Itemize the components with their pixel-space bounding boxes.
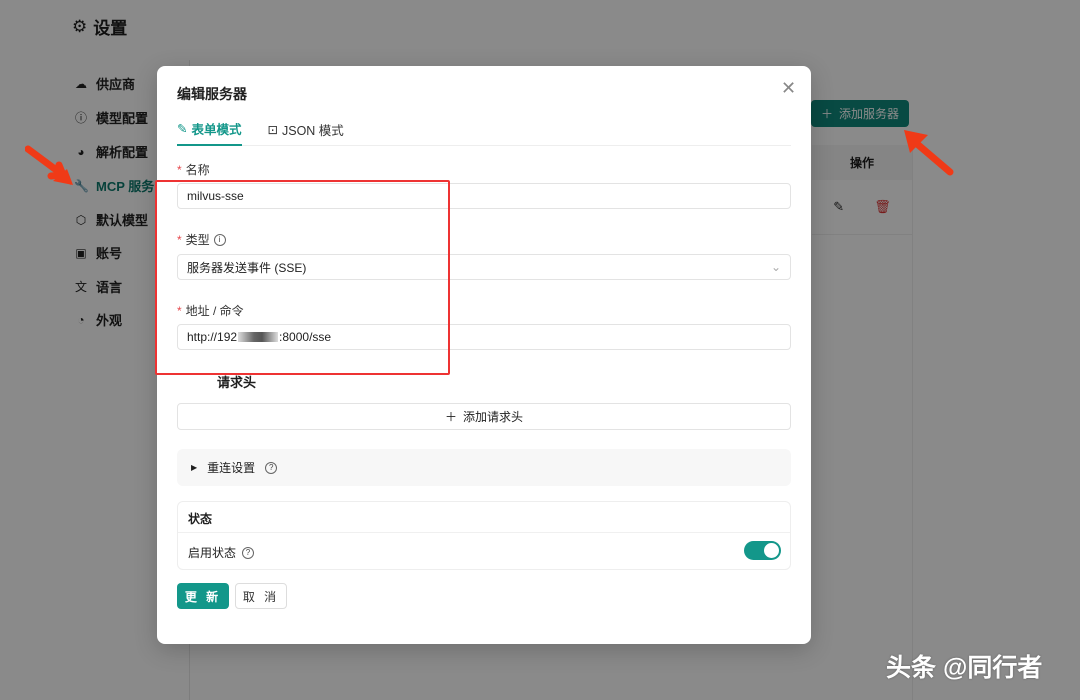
status-section: 状态 启用状态? — [177, 501, 791, 570]
help-icon[interactable]: ? — [265, 461, 278, 474]
annotation-arrow-right — [904, 130, 954, 176]
close-icon[interactable]: ✕ — [781, 78, 796, 99]
plus-icon: ＋ — [444, 410, 457, 424]
enable-toggle[interactable] — [744, 541, 781, 560]
cancel-button[interactable]: 取 消 — [235, 583, 287, 609]
terminal-icon: ⊡ — [267, 122, 278, 137]
name-label: * 名称 — [177, 162, 210, 178]
caret-right-icon: ▶ — [191, 463, 198, 472]
chevron-down-icon: ⌄ — [770, 260, 781, 274]
watermark: 头条 @同行者 — [886, 654, 1043, 682]
help-icon[interactable]: ? — [242, 546, 255, 559]
enable-label: 启用状态 — [188, 546, 237, 560]
annotation-arrow-left — [25, 145, 73, 186]
reconnect-settings[interactable]: ▶ 重连设置? — [177, 449, 791, 486]
modal-title: 编辑服务器 — [177, 86, 247, 102]
edit-icon: ✎ — [177, 121, 188, 136]
annotation-highlight-box — [155, 180, 450, 375]
status-title: 状态 — [188, 512, 213, 526]
update-button[interactable]: 更 新 — [177, 583, 229, 609]
tab-json-mode[interactable]: ⊡ JSON 模式 — [268, 112, 344, 146]
mode-tabs: ✎ 表单模式 ⊡ JSON 模式 — [177, 112, 791, 146]
add-header-button[interactable]: ＋添加请求头 — [177, 403, 791, 430]
tab-form-mode[interactable]: ✎ 表单模式 — [177, 112, 242, 146]
